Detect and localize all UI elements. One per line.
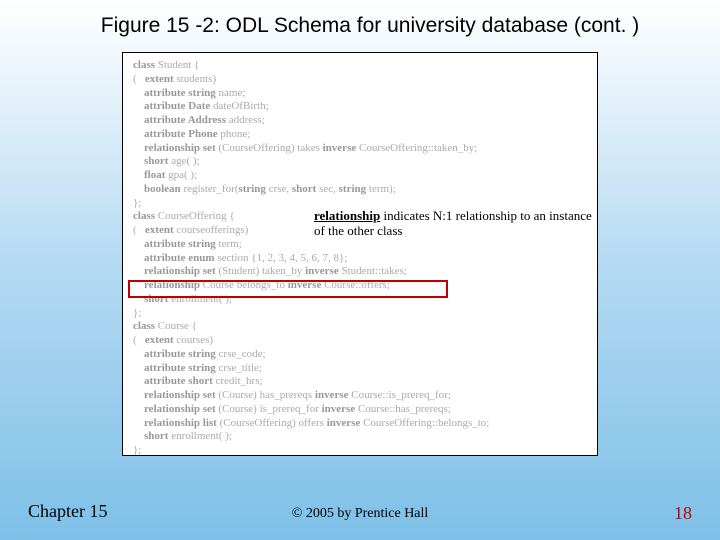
- highlight-box: [128, 280, 448, 298]
- annotation-rest1: indicates N:1 relationship to an instanc…: [380, 208, 592, 223]
- annotation-text: relationship indicates N:1 relationship …: [314, 209, 614, 239]
- class-course-block: class Course { ( extent courses) attribu…: [133, 320, 587, 458]
- annotation-rest2: of the other class: [314, 223, 402, 238]
- annotation-lead: relationship: [314, 208, 380, 223]
- schema-code-box: class Student { ( extent students) attri…: [122, 52, 598, 456]
- class-student-block: class Student { ( extent students) attri…: [133, 59, 587, 210]
- footer-copyright: © 2005 by Prentice Hall: [0, 506, 720, 522]
- footer-page-number: 18: [674, 503, 692, 524]
- slide-title: Figure 15 -2: ODL Schema for university …: [60, 14, 680, 38]
